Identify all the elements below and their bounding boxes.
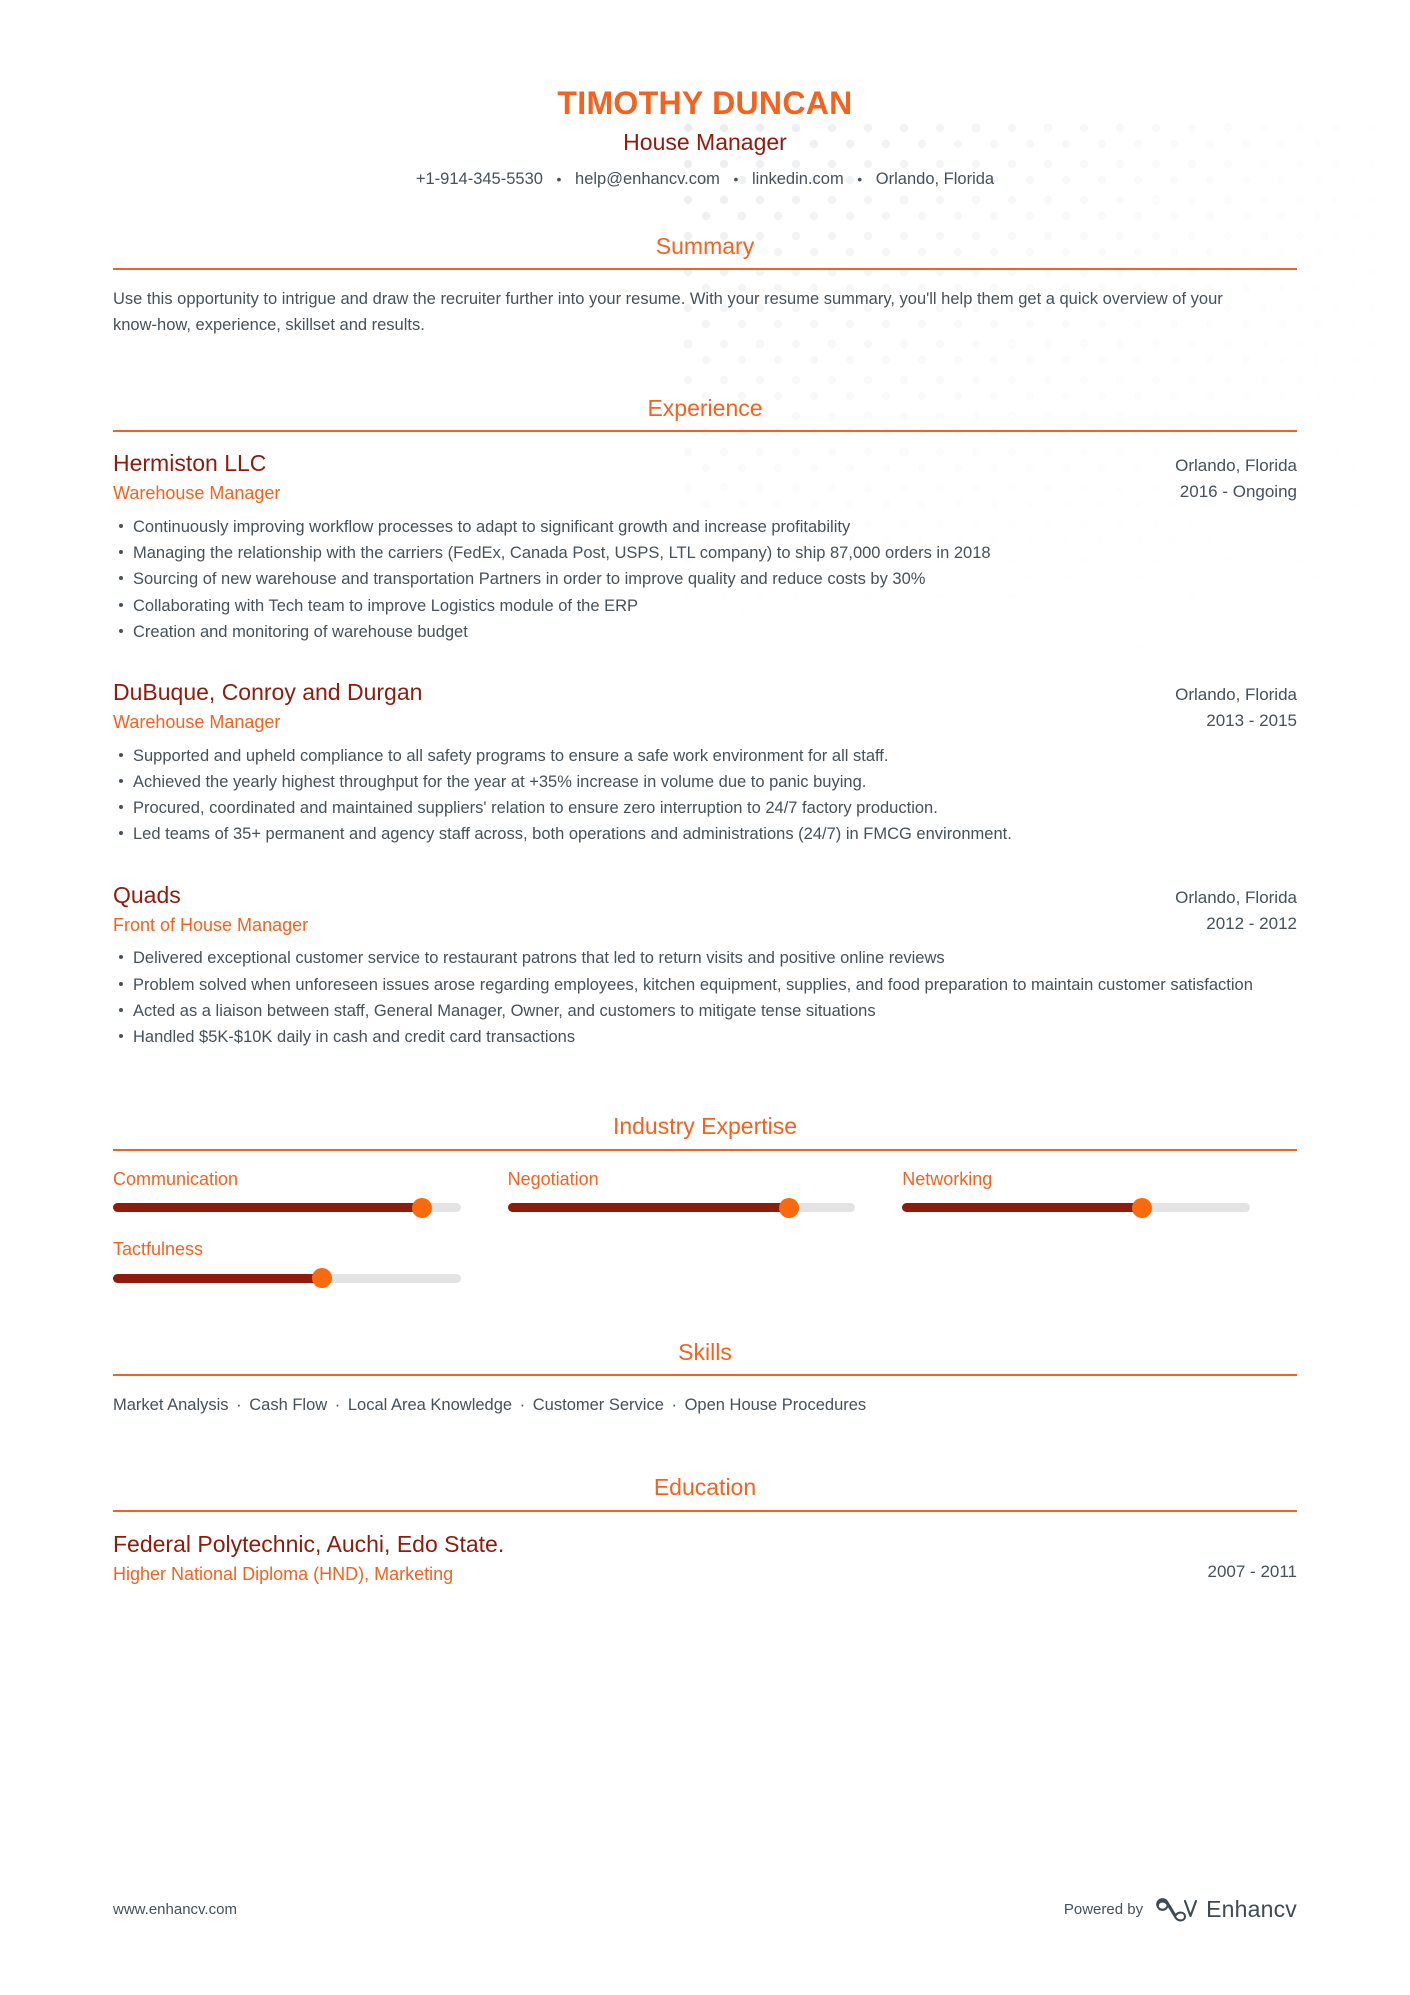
slider-fill xyxy=(507,1203,790,1213)
experience-position: Warehouse Manager xyxy=(113,711,281,732)
skill-separator-icon: · xyxy=(671,1396,677,1415)
section-summary: Summary Use this opportunity to intrigue… xyxy=(113,233,1297,339)
slider-thumb[interactable] xyxy=(311,1268,332,1289)
skill-tag: Customer Service xyxy=(532,1396,664,1415)
slider-fill xyxy=(113,1273,322,1283)
resume-page: TIMOTHY DUNCAN House Manager +1-914-345-… xyxy=(0,0,1410,1995)
list-item: Continuously improving workflow processe… xyxy=(113,515,1297,539)
experience-bullet-list: Continuously improving workflow processe… xyxy=(113,515,1297,644)
experience-dates: 2013 - 2015 xyxy=(1206,711,1297,731)
list-item: Procured, coordinated and maintained sup… xyxy=(113,796,1297,820)
skill-tag: Local Area Knowledge xyxy=(347,1396,513,1415)
expertise-item: Networking xyxy=(902,1168,1297,1218)
contact-phone[interactable]: +1-914-345-5530 xyxy=(416,170,543,188)
slider-thumb[interactable] xyxy=(412,1197,433,1218)
skill-separator-icon: · xyxy=(519,1396,526,1415)
expertise-slider[interactable] xyxy=(902,1197,1250,1218)
experience-company: Quads xyxy=(113,881,181,908)
expertise-label: Negotiation xyxy=(507,1169,599,1189)
slider-thumb[interactable] xyxy=(779,1197,800,1218)
expertise-item: Tactfulness xyxy=(113,1238,508,1289)
experience-dates: 2016 - Ongoing xyxy=(1179,482,1297,502)
list-item: Delivered exceptional customer service t… xyxy=(113,946,1297,970)
enhancv-logo: Enhancv xyxy=(1155,1896,1297,1923)
bullet-separator-icon: • xyxy=(857,171,863,188)
section-skills: Skills Market Analysis · Cash Flow · Loc… xyxy=(113,1339,1297,1418)
skill-separator-icon: · xyxy=(334,1396,341,1415)
section-title-education: Education xyxy=(653,1474,757,1501)
list-item: Supported and upheld compliance to all s… xyxy=(113,744,1297,768)
list-item: Led teams of 35+ permanent and agency st… xyxy=(113,822,1297,846)
skill-tag: Market Analysis xyxy=(113,1396,229,1415)
expertise-item: Negotiation xyxy=(507,1168,903,1218)
footer-branding: Powered by Enhancv xyxy=(1064,1896,1297,1923)
page-title: TIMOTHY DUNCAN xyxy=(557,85,853,121)
slider-fill xyxy=(902,1203,1143,1213)
experience-company: Hermiston LLC xyxy=(113,450,267,477)
enhancv-wordmark: Enhancv xyxy=(1206,1896,1297,1922)
section-experience: Experience Hermiston LLC Warehouse Manag… xyxy=(113,395,1297,1050)
experience-entry: DuBuque, Conroy and Durgan Warehouse Man… xyxy=(113,678,1297,847)
list-item: Managing the relationship with the carri… xyxy=(113,541,1297,565)
expertise-item: Communication xyxy=(113,1168,508,1218)
education-dates: 2007 - 2011 xyxy=(1207,1561,1297,1581)
resume-header: TIMOTHY DUNCAN House Manager +1-914-345-… xyxy=(0,0,1410,189)
expertise-label: Communication xyxy=(113,1169,239,1189)
expertise-slider[interactable] xyxy=(507,1197,856,1218)
section-title-skills: Skills xyxy=(678,1338,732,1365)
list-item: Sourcing of new warehouse and transporta… xyxy=(113,567,1297,591)
education-degree: Higher National Diploma (HND), Marketing xyxy=(113,1563,454,1584)
expertise-slider-grid: Communication Negotiation Networking Tac… xyxy=(113,1168,1297,1309)
list-item: Achieved the yearly highest throughput f… xyxy=(113,770,1297,794)
expertise-slider[interactable] xyxy=(113,1197,461,1218)
education-entry: Federal Polytechnic, Auchi, Edo State. H… xyxy=(113,1529,1297,1586)
experience-position: Front of House Manager xyxy=(113,914,309,935)
expertise-label: Tactfulness xyxy=(113,1239,204,1260)
bullet-separator-icon: • xyxy=(733,171,739,188)
list-item: Handled $5K-$10K daily in cash and credi… xyxy=(113,1025,1297,1049)
bullet-separator-icon: • xyxy=(556,171,562,188)
list-item: Acted as a liaison between staff, Genera… xyxy=(113,999,1297,1023)
summary-text: Use this opportunity to intrigue and dra… xyxy=(113,290,1223,334)
section-education: Education Federal Polytechnic, Auchi, Ed… xyxy=(113,1474,1297,1586)
list-item: Collaborating with Tech team to improve … xyxy=(113,594,1297,618)
experience-bullet-list: Delivered exceptional customer service t… xyxy=(113,946,1297,1049)
experience-entry: Quads Front of House Manager Orlando, Fl… xyxy=(113,881,1297,1050)
section-industry-expertise: Industry Expertise Communication Negotia… xyxy=(113,1113,1297,1308)
list-item: Problem solved when unforeseen issues ar… xyxy=(113,973,1297,997)
section-title-summary: Summary xyxy=(655,232,755,259)
slider-thumb[interactable] xyxy=(1132,1197,1153,1218)
skill-tag: Open House Procedures xyxy=(684,1396,867,1415)
page-footer: www.enhancv.com Powered by Enhancv xyxy=(113,1896,1297,1923)
section-title-experience: Experience xyxy=(647,394,763,421)
skill-tag: Cash Flow xyxy=(249,1396,328,1415)
section-title-industry-expertise: Industry Expertise xyxy=(612,1113,798,1140)
experience-company: DuBuque, Conroy and Durgan xyxy=(113,679,423,706)
contact-location: Orlando, Florida xyxy=(875,169,995,188)
experience-position: Warehouse Manager xyxy=(113,482,281,503)
expertise-slider[interactable] xyxy=(113,1268,461,1289)
experience-location: Orlando, Florida xyxy=(1175,887,1297,907)
footer-website-url[interactable]: www.enhancv.com xyxy=(113,1901,237,1918)
slider-fill xyxy=(113,1203,423,1213)
job-role-subtitle: House Manager xyxy=(623,129,787,156)
expertise-label: Networking xyxy=(902,1169,993,1189)
list-item: Creation and monitoring of warehouse bud… xyxy=(113,620,1297,644)
skill-separator-icon: · xyxy=(236,1396,242,1415)
experience-location: Orlando, Florida xyxy=(1175,685,1297,705)
experience-location: Orlando, Florida xyxy=(1175,456,1297,476)
enhancv-mark-icon xyxy=(1156,1897,1198,1921)
experience-bullet-list: Supported and upheld compliance to all s… xyxy=(113,744,1297,847)
contact-linkedin[interactable]: linkedin.com xyxy=(752,170,844,188)
contact-email[interactable]: help@enhancv.com xyxy=(575,170,720,188)
skills-list: Market Analysis · Cash Flow · Local Area… xyxy=(113,1393,1297,1418)
contact-line: +1-914-345-5530 • help@enhancv.com • lin… xyxy=(0,170,1410,189)
experience-dates: 2012 - 2012 xyxy=(1206,914,1297,934)
experience-entry: Hermiston LLC Warehouse Manager Orlando,… xyxy=(113,449,1297,644)
education-school: Federal Polytechnic, Auchi, Edo State. xyxy=(113,1530,505,1557)
powered-by-label: Powered by xyxy=(1063,1901,1144,1918)
